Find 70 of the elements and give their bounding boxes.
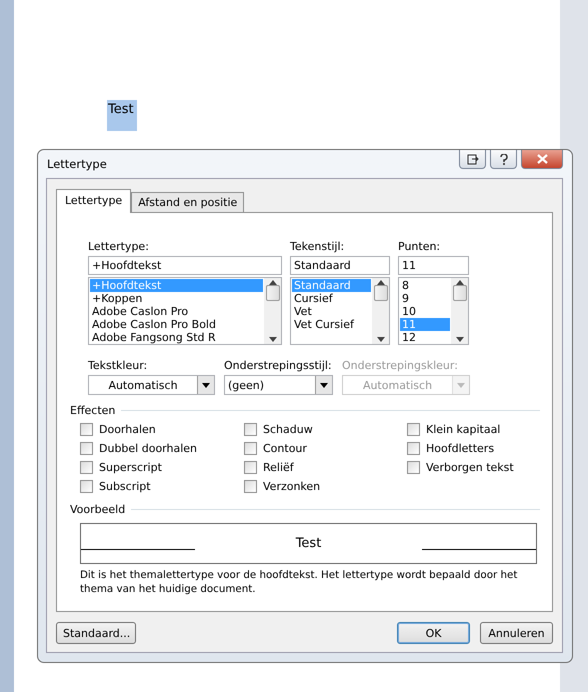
description-text: Dit is het themalettertype voor de hoofdtekst. Het lettertype wordt bepaald door het thema van het huidige document. xyxy=(80,568,518,596)
list-item[interactable]: 9 xyxy=(400,292,450,305)
checkbox-label: Doorhalen xyxy=(99,423,156,436)
list-item[interactable]: Adobe Fangsong Std R xyxy=(90,331,263,344)
list-item[interactable]: Adobe Caslon Pro Bold xyxy=(90,318,263,331)
checkbox[interactable] xyxy=(244,480,257,493)
checkbox-label: Subscript xyxy=(99,480,151,493)
cancel-button[interactable]: Annuleren xyxy=(480,622,553,644)
list-item[interactable]: +Koppen xyxy=(90,292,263,305)
scroll-down-icon xyxy=(456,337,464,342)
checkbox[interactable] xyxy=(80,442,93,455)
field-label: Tekstkleur: xyxy=(88,359,148,372)
field-label: Onderstrepingsstijl: xyxy=(224,359,333,372)
checkbox-label: Hoofdletters xyxy=(426,442,494,455)
checkbox-label: Dubbel doorhalen xyxy=(99,442,198,455)
ok-button[interactable]: OK xyxy=(397,622,470,644)
checkbox[interactable] xyxy=(80,480,93,493)
list-item[interactable]: 10 xyxy=(400,305,450,318)
dropdown-arrow-icon xyxy=(320,382,328,388)
default-button[interactable]: Standaard... xyxy=(56,622,136,644)
list-item[interactable]: 12 xyxy=(400,331,450,344)
checkbox[interactable] xyxy=(407,423,420,436)
checkbox[interactable] xyxy=(80,423,93,436)
checkbox-label: Verborgen tekst xyxy=(426,461,514,474)
tab[interactable]: Lettertype xyxy=(56,189,132,213)
scroll-down-icon xyxy=(376,337,384,342)
field-label: Punten: xyxy=(398,240,442,253)
document-text: Test xyxy=(107,100,137,131)
field-label: Onderstrepingskleur: xyxy=(342,359,459,372)
scrollbar[interactable] xyxy=(451,278,468,344)
dropdown-arrow-icon xyxy=(457,382,465,388)
field-label: Lettertype: xyxy=(88,240,150,253)
checkbox-label: Contour xyxy=(263,442,307,455)
list-item[interactable]: Vet Cursief xyxy=(292,318,371,331)
dropdown-arrow-icon xyxy=(202,382,210,388)
checkbox[interactable] xyxy=(244,423,257,436)
size-field[interactable]: 11 xyxy=(398,256,469,275)
checkbox[interactable] xyxy=(407,442,420,455)
checkbox-label: Verzonken xyxy=(263,480,320,493)
help-icon[interactable] xyxy=(490,150,517,169)
scroll-thumb[interactable] xyxy=(452,285,466,301)
scroll-thumb[interactable] xyxy=(374,285,388,301)
dropdown[interactable]: (geen) xyxy=(224,375,333,395)
section-title: Voorbeeld xyxy=(70,503,126,516)
tab[interactable]: Afstand en positie xyxy=(131,192,244,213)
preview-sample: Test xyxy=(294,534,322,550)
checkbox[interactable] xyxy=(80,461,93,474)
checkbox-label: Reliëf xyxy=(263,461,294,474)
window-title: Lettertype xyxy=(46,157,107,171)
checkbox-label: Superscript xyxy=(99,461,162,474)
scrollbar[interactable] xyxy=(264,278,281,344)
list-item[interactable]: 8 xyxy=(400,279,450,292)
restore-icon[interactable] xyxy=(459,150,486,169)
dropdown[interactable]: Automatisch xyxy=(88,375,215,395)
section-title: Effecten xyxy=(70,404,116,417)
checkbox[interactable] xyxy=(244,442,257,455)
style-field[interactable]: Standaard xyxy=(290,256,390,275)
font-field[interactable]: +Hoofdtekst xyxy=(88,256,282,275)
checkbox[interactable] xyxy=(244,461,257,474)
field-label: Tekenstijl: xyxy=(290,240,346,253)
list-item[interactable]: Adobe Caslon Pro xyxy=(90,305,263,318)
checkbox-label: Klein kapitaal xyxy=(426,423,500,436)
scroll-thumb[interactable] xyxy=(266,285,280,301)
scroll-down-icon xyxy=(268,337,276,342)
list-item[interactable]: Cursief xyxy=(292,292,371,305)
checkbox-label: Schaduw xyxy=(263,423,313,436)
scrollbar[interactable] xyxy=(372,278,389,344)
list-item[interactable]: Vet xyxy=(292,305,371,318)
close-icon[interactable] xyxy=(521,150,563,169)
checkbox[interactable] xyxy=(407,461,420,474)
